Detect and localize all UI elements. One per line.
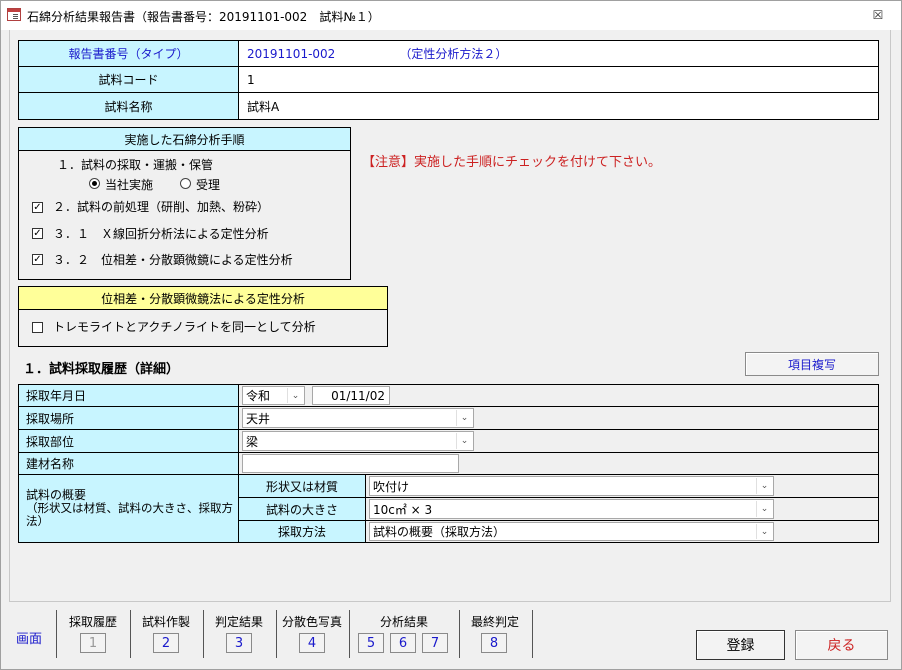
chevron-down-icon: ⌄ bbox=[756, 478, 772, 494]
form-app-icon bbox=[7, 8, 21, 21]
window-title: 石綿分析結果報告書（報告書番号：20191101-002 試料№１） bbox=[27, 10, 380, 24]
tab-divider bbox=[459, 610, 460, 658]
era-value: 令和 bbox=[246, 389, 271, 403]
size-dropdown[interactable]: 10c㎡ × 3 ⌄ bbox=[369, 499, 774, 519]
shape-value: 吹付け bbox=[373, 479, 410, 494]
screen-label: 画面 bbox=[16, 632, 43, 647]
step31-label: ３．１ Ｘ線回折分析法による定性分析 bbox=[53, 227, 269, 241]
tab-divider bbox=[203, 610, 204, 658]
material-label: 建材名称 bbox=[18, 452, 239, 475]
chevron-down-icon: ⌄ bbox=[287, 388, 303, 403]
sample-code-label: 試料コード bbox=[18, 66, 239, 93]
back-button[interactable]: 戻る bbox=[795, 630, 888, 660]
part-value: 梁 bbox=[246, 434, 259, 449]
nav-divider bbox=[9, 601, 891, 602]
era-dropdown[interactable]: 令和 ⌄ bbox=[242, 386, 305, 405]
place-value: 天井 bbox=[246, 411, 271, 426]
radio-self-label: 当社実施 bbox=[105, 178, 154, 192]
sample-name-value[interactable]: 試料A bbox=[238, 92, 879, 120]
close-icon[interactable]: ☒ bbox=[868, 7, 888, 23]
tremolite-checkbox[interactable] bbox=[32, 322, 43, 333]
step2-label: ２．試料の前処理（研削、加熱、粉砕） bbox=[53, 200, 270, 214]
place-label: 採取場所 bbox=[18, 406, 239, 430]
notice-text: 【注意】実施した手順にチェックを付けて下さい。 bbox=[362, 155, 662, 170]
tab-results-button-5[interactable]: 5 bbox=[358, 633, 384, 653]
date-input[interactable]: 01/11/02 bbox=[312, 386, 390, 405]
method-value: 試料の概要（採取方法） bbox=[373, 525, 506, 539]
chevron-down-icon: ⌄ bbox=[456, 410, 472, 426]
report-number-label: 報告書番号（タイプ） bbox=[18, 40, 239, 67]
radio-received[interactable] bbox=[180, 178, 191, 189]
tab-results-button-6[interactable]: 6 bbox=[390, 633, 416, 653]
tab-preparation-button[interactable]: 2 bbox=[153, 633, 179, 653]
step2-checkbox[interactable]: ✓ bbox=[32, 202, 43, 213]
radio-self[interactable] bbox=[89, 178, 100, 189]
part-label: 採取部位 bbox=[18, 429, 239, 453]
tab-divider bbox=[276, 610, 277, 658]
report-number-value: 20191101-002 bbox=[247, 46, 336, 61]
summary-note: （形状又は材質、試料の大きさ、採取方法） bbox=[26, 501, 233, 528]
register-button[interactable]: 登録 bbox=[696, 630, 785, 660]
tab-photo-button[interactable]: 4 bbox=[299, 633, 325, 653]
step32-label: ３．２ 位相差・分散顕微鏡による定性分析 bbox=[53, 253, 293, 267]
shape-label: 形状又は材質 bbox=[238, 474, 366, 498]
method-label: 採取方法 bbox=[238, 520, 366, 543]
tab-divider bbox=[56, 610, 57, 658]
chevron-down-icon: ⌄ bbox=[756, 501, 772, 517]
summary-label-cell: 試料の概要 （形状又は材質、試料の大きさ、採取方法） bbox=[18, 474, 239, 543]
step1-label: １．試料の採取・運搬・保管 bbox=[57, 158, 214, 172]
tab-results-button-7[interactable]: 7 bbox=[422, 633, 448, 653]
tremolite-label: トレモライトとアクチノライトを同一として分析 bbox=[53, 320, 316, 334]
procedure-heading: 実施した石綿分析手順 bbox=[18, 127, 351, 151]
step32-checkbox[interactable]: ✓ bbox=[32, 254, 43, 265]
tab-final-label: 最終判定 bbox=[471, 615, 520, 629]
chevron-down-icon: ⌄ bbox=[456, 433, 472, 449]
tab-divider bbox=[349, 610, 350, 658]
radio-received-label: 受理 bbox=[196, 178, 221, 192]
part-dropdown[interactable]: 梁 ⌄ bbox=[242, 431, 474, 451]
microscopy-heading: 位相差・分散顕微鏡法による定性分析 bbox=[18, 286, 388, 310]
date-label: 採取年月日 bbox=[18, 384, 239, 407]
chevron-down-icon: ⌄ bbox=[756, 524, 772, 539]
sample-name-label: 試料名称 bbox=[18, 92, 239, 120]
size-label: 試料の大きさ bbox=[238, 497, 366, 521]
size-value: 10c㎡ × 3 bbox=[373, 502, 433, 517]
tab-history-label: 採取履歴 bbox=[69, 615, 118, 629]
tab-history-button[interactable]: 1 bbox=[80, 633, 106, 653]
material-input[interactable] bbox=[242, 454, 459, 473]
copy-items-button[interactable]: 項目複写 bbox=[745, 352, 879, 376]
place-dropdown[interactable]: 天井 ⌄ bbox=[242, 408, 474, 428]
tab-judgement-label: 判定結果 bbox=[215, 615, 264, 629]
tab-results-label: 分析結果 bbox=[380, 615, 429, 629]
analysis-type: （定性分析方法２） bbox=[399, 47, 508, 61]
tab-divider bbox=[130, 610, 131, 658]
report-number-cell: 20191101-002 （定性分析方法２） bbox=[238, 40, 879, 67]
method-dropdown[interactable]: 試料の概要（採取方法） ⌄ bbox=[369, 522, 774, 541]
tab-final-button[interactable]: 8 bbox=[481, 633, 507, 653]
sample-code-value[interactable]: 1 bbox=[238, 66, 879, 93]
tab-divider bbox=[532, 610, 533, 658]
tab-judgement-button[interactable]: 3 bbox=[226, 633, 252, 653]
shape-dropdown[interactable]: 吹付け ⌄ bbox=[369, 476, 774, 496]
tab-photo-label: 分散色写真 bbox=[282, 615, 343, 629]
step31-checkbox[interactable]: ✓ bbox=[32, 228, 43, 239]
tab-preparation-label: 試料作製 bbox=[142, 615, 191, 629]
history-section-title: １．試料採取履歴（詳細） bbox=[23, 362, 180, 377]
